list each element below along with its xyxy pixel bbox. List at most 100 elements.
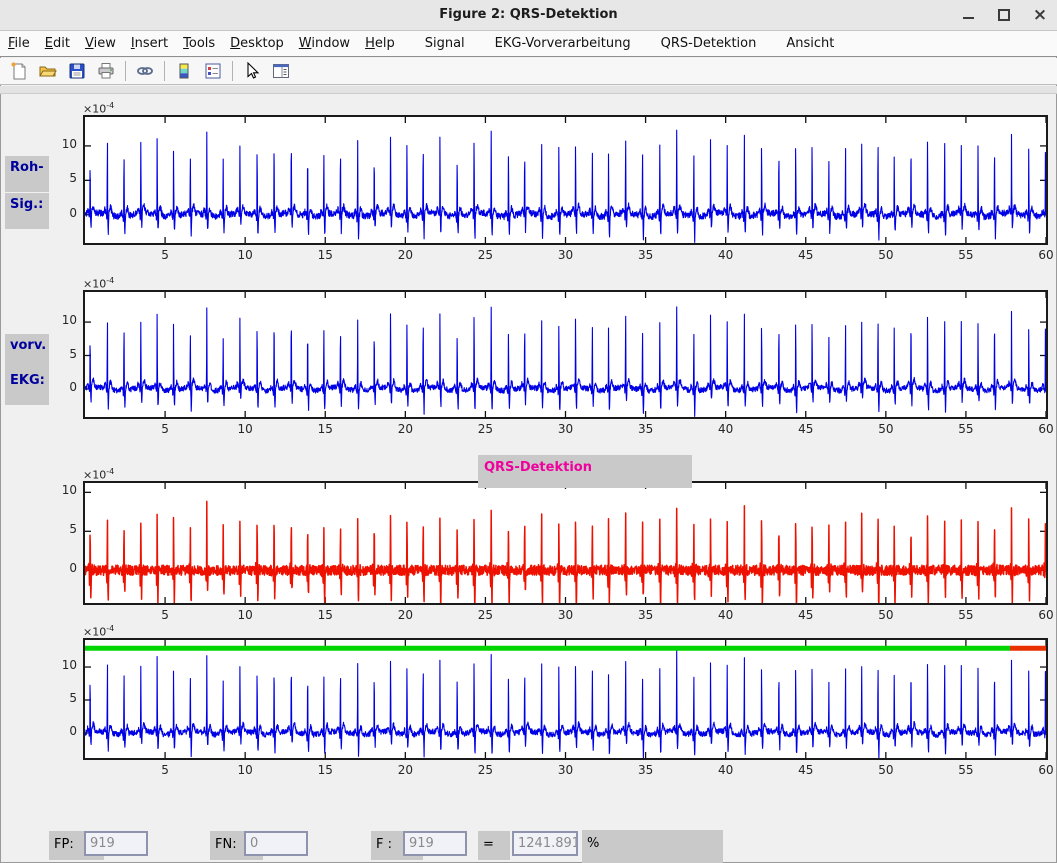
x-tick-label: 40 — [712, 763, 740, 777]
menu-signal[interactable]: Signal — [425, 36, 465, 51]
x-tick-label: 10 — [231, 763, 259, 777]
fp-field[interactable]: 919 — [84, 831, 148, 856]
x-tick-label: 25 — [471, 248, 499, 262]
y-tick-label: 0 — [51, 724, 77, 738]
x-tick-label: 20 — [391, 763, 419, 777]
x-tick-label: 40 — [712, 422, 740, 436]
menu-tools[interactable]: Tools — [183, 36, 215, 51]
detection-result-axes — [83, 638, 1048, 760]
property-editor-button[interactable] — [268, 59, 294, 83]
toolbar-separator — [164, 61, 165, 81]
menu-view[interactable]: View — [85, 36, 116, 51]
x-tick-label: 10 — [231, 248, 259, 262]
x-tick-label: 5 — [151, 763, 179, 777]
x-tick-label: 10 — [231, 608, 259, 622]
preprocessed-ekg-plot — [85, 292, 1046, 417]
x-tick-label: 30 — [552, 422, 580, 436]
menu-window[interactable]: Window — [299, 36, 350, 51]
link-icon — [135, 61, 155, 81]
y-tick-label: 5 — [51, 691, 77, 705]
y-tick-label: 0 — [51, 206, 77, 220]
save-icon — [67, 61, 87, 81]
x-tick-label: 35 — [632, 763, 660, 777]
close-button[interactable]: × — [1033, 8, 1047, 22]
menu-ekg-vorverarbeitung[interactable]: EKG-Vorverarbeitung — [495, 36, 631, 51]
menu-help[interactable]: Help — [365, 36, 395, 51]
x-tick-label: 5 — [151, 608, 179, 622]
x-tick-label: 35 — [632, 248, 660, 262]
minimize-button[interactable] — [961, 8, 975, 22]
colorbar-icon — [174, 61, 194, 81]
raw-signal-axes — [83, 115, 1048, 245]
x-tick-label: 25 — [471, 422, 499, 436]
menu-ansicht[interactable]: Ansicht — [786, 36, 834, 51]
raw-signal-plot — [85, 117, 1046, 243]
y-tick-label: 10 — [51, 313, 77, 327]
close-icon: × — [1033, 8, 1047, 22]
window-controls: × — [961, 0, 1047, 30]
toolbar-ridge — [0, 86, 1057, 94]
x-tick-label: 50 — [872, 608, 900, 622]
raw-signal-exponent-label: ×10-4 — [83, 101, 114, 116]
title-bar: Figure 2: QRS-Detektion × — [0, 0, 1057, 31]
y-tick-label: 5 — [51, 522, 77, 536]
preprocessed-ekg-exponent-label: ×10-4 — [83, 276, 114, 291]
qrs-detection-axes — [83, 481, 1048, 605]
menu-desktop[interactable]: Desktop — [230, 36, 284, 51]
x-tick-label: 30 — [552, 248, 580, 262]
x-tick-label: 5 — [151, 422, 179, 436]
y-tick-label: 10 — [51, 658, 77, 672]
x-tick-label: 45 — [792, 248, 820, 262]
x-tick-label: 20 — [391, 422, 419, 436]
qrs-detection-title: QRS-Detektion — [478, 455, 692, 488]
f-field[interactable]: 919 — [403, 831, 467, 856]
insert-colorbar-button[interactable] — [171, 59, 197, 83]
menu-qrs-detektion[interactable]: QRS-Detektion — [661, 36, 757, 51]
minimize-icon — [963, 17, 974, 19]
x-tick-label: 45 — [792, 763, 820, 777]
percent-label: % — [582, 830, 723, 863]
link-plot-button[interactable] — [132, 59, 158, 83]
x-tick-label: 20 — [391, 608, 419, 622]
menu-insert[interactable]: Insert — [131, 36, 168, 51]
menu-edit[interactable]: Edit — [45, 36, 70, 51]
fn-field[interactable]: 0 — [244, 831, 308, 856]
x-tick-label: 55 — [952, 422, 980, 436]
raw-signal-label-2: Sig.: — [5, 193, 49, 229]
x-tick-label: 55 — [952, 763, 980, 777]
x-tick-label: 60 — [1032, 763, 1057, 777]
preprocessed-ekg-axes — [83, 290, 1048, 419]
print-figure-button[interactable] — [93, 59, 119, 83]
new-figure-button[interactable] — [6, 59, 32, 83]
x-tick-label: 10 — [231, 422, 259, 436]
save-figure-button[interactable] — [64, 59, 90, 83]
result-field[interactable]: 1241.891 — [512, 831, 578, 856]
open-file-button[interactable] — [35, 59, 61, 83]
x-tick-label: 30 — [552, 608, 580, 622]
detection-result-exponent-label: ×10-4 — [83, 624, 114, 639]
raw-signal-label-1: Roh- — [5, 156, 49, 192]
x-tick-label: 60 — [1032, 248, 1057, 262]
x-tick-label: 30 — [552, 763, 580, 777]
property-editor-icon — [271, 61, 291, 81]
menu-file[interactable]: File — [8, 36, 30, 51]
window-title: Figure 2: QRS-Detektion — [0, 7, 1057, 22]
edit-plot-button[interactable] — [239, 59, 265, 83]
y-tick-label: 10 — [51, 137, 77, 151]
insert-legend-button[interactable] — [200, 59, 226, 83]
x-tick-label: 55 — [952, 608, 980, 622]
y-tick-label: 5 — [51, 171, 77, 185]
x-tick-label: 20 — [391, 248, 419, 262]
x-tick-label: 25 — [471, 608, 499, 622]
x-tick-label: 50 — [872, 763, 900, 777]
open-folder-icon — [38, 61, 58, 81]
x-tick-label: 50 — [872, 422, 900, 436]
x-tick-label: 40 — [712, 608, 740, 622]
x-tick-label: 5 — [151, 248, 179, 262]
toolbar — [0, 58, 1057, 85]
x-tick-label: 40 — [712, 248, 740, 262]
printer-icon — [96, 61, 116, 81]
x-tick-label: 35 — [632, 608, 660, 622]
maximize-button[interactable] — [997, 8, 1011, 22]
detection-result-plot — [85, 640, 1046, 758]
